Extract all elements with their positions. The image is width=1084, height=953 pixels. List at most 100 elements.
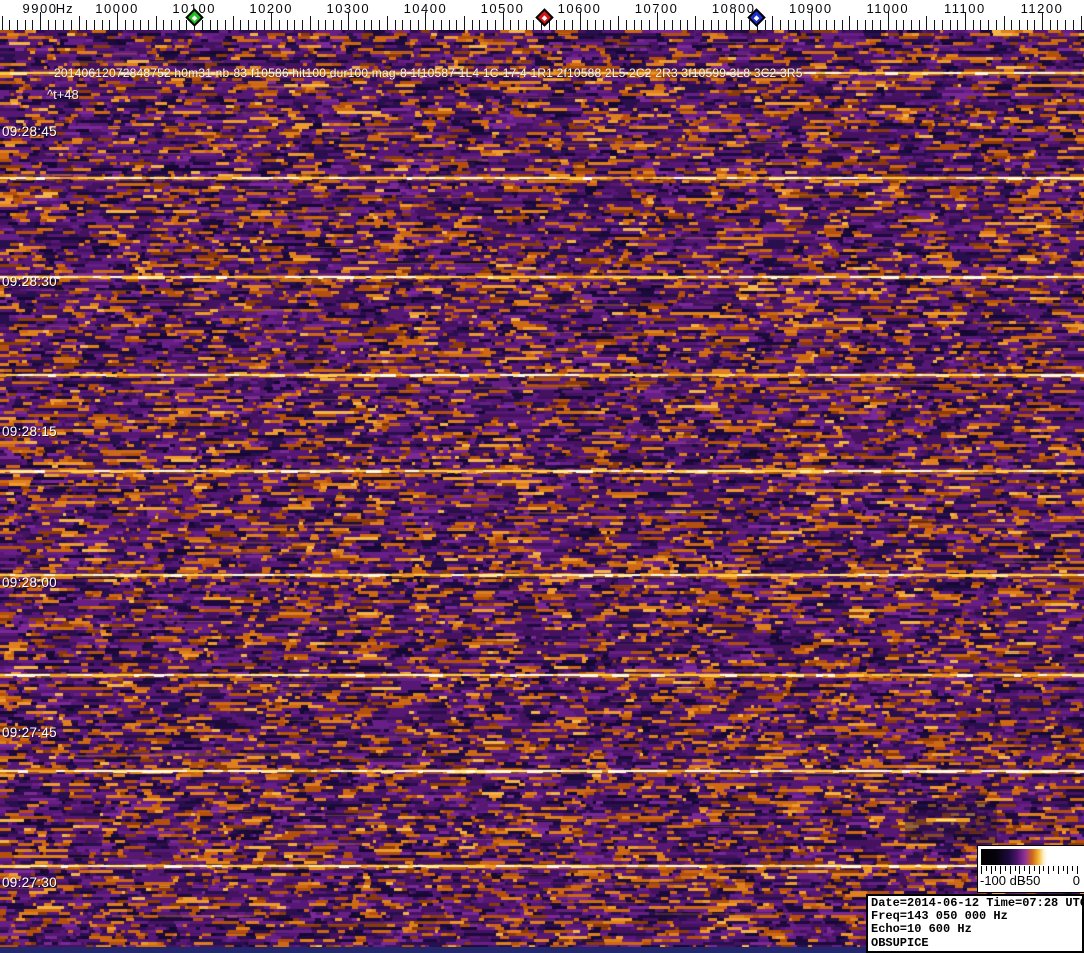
- freq-tick: [1011, 20, 1013, 30]
- freq-tick: [687, 20, 689, 30]
- freq-tick: [132, 20, 134, 30]
- freq-tick: [325, 20, 327, 30]
- freq-tick: [679, 20, 681, 30]
- freq-tick: [24, 20, 26, 30]
- freq-tick: [1065, 20, 1067, 30]
- marker-core-dot: [542, 14, 548, 20]
- colorbar-tick: [1077, 866, 1078, 874]
- spectrogram-canvas: [0, 30, 1084, 953]
- freq-tick: [248, 20, 250, 30]
- freq-tick: [833, 20, 835, 30]
- freq-tick: [356, 20, 357, 30]
- freq-tick-label: 11100: [944, 1, 986, 16]
- freq-tick: [672, 20, 673, 30]
- freq-tick: [463, 16, 465, 30]
- freq-tick: [448, 20, 450, 30]
- freq-tick: [926, 16, 928, 30]
- freq-tick: [240, 20, 242, 30]
- freq-tick: [587, 20, 589, 30]
- freq-tick: [510, 20, 512, 30]
- freq-tick: [795, 20, 797, 30]
- colorbar-tick: [1000, 866, 1002, 874]
- freq-tick: [340, 20, 342, 30]
- freq-tick-label: 11000: [866, 1, 910, 16]
- freq-tick: [410, 20, 411, 30]
- colorbar-label-min: -100 dB: [980, 873, 1026, 888]
- freq-tick: [440, 20, 442, 30]
- colorbar-tick: [1062, 866, 1064, 871]
- freq-tick: [1003, 16, 1005, 30]
- freq-tick: [1049, 20, 1051, 30]
- colorbar-label-max: 0: [1072, 873, 1080, 888]
- freq-tick: [487, 20, 488, 30]
- time-offset-annotation: ^t+48: [47, 87, 79, 102]
- freq-tick-label: 11200: [1020, 1, 1064, 16]
- colorbar-tick: [1057, 866, 1059, 874]
- freq-tick: [1080, 16, 1082, 30]
- freq-axis-unit-label: Hz: [55, 1, 74, 16]
- colorbar-tick: [1029, 866, 1030, 874]
- freq-tick: [772, 16, 774, 30]
- freq-tick: [417, 20, 419, 30]
- freq-tick: [741, 20, 743, 30]
- freq-tick: [78, 16, 80, 30]
- freq-tick: [286, 20, 288, 30]
- colorbar-tick: [981, 866, 982, 874]
- colorbar-gradient: [981, 849, 1080, 865]
- freq-tick-label: 10600: [557, 1, 602, 16]
- freq-tick: [941, 20, 943, 30]
- freq-tick: [710, 20, 712, 30]
- colorbar-tick: [1024, 866, 1026, 871]
- info-line-echo: Echo=10 600 Hz: [871, 922, 972, 937]
- freq-tick: [201, 20, 203, 30]
- freq-tick: [101, 20, 103, 30]
- freq-tick: [702, 20, 704, 30]
- freq-tick: [625, 20, 627, 30]
- freq-tick: [255, 20, 257, 30]
- freq-tick: [972, 20, 974, 30]
- freq-tick: [371, 20, 373, 30]
- info-line-station: OBSUPICE: [871, 935, 929, 950]
- time-label: 09:28:00: [2, 574, 57, 590]
- detection-annotation: 20140612072848752 h0m31 nb-83 f10586 hit…: [54, 66, 803, 80]
- freq-tick: [1018, 20, 1020, 30]
- freq-tick: [124, 20, 126, 30]
- freq-tick: [86, 20, 88, 30]
- freq-tick: [911, 20, 912, 30]
- freq-tick: [564, 20, 566, 30]
- freq-tick: [525, 20, 527, 30]
- freq-tick: [225, 20, 226, 30]
- time-label: 09:28:15: [2, 424, 57, 440]
- freq-tick: [186, 20, 188, 30]
- freq-tick: [764, 20, 766, 30]
- freq-tick: [695, 16, 697, 30]
- freq-tick: [618, 16, 620, 30]
- colorbar-tick: [1014, 866, 1016, 871]
- freq-tick: [209, 20, 211, 30]
- freq-tick-label: 10200: [249, 1, 294, 16]
- marker-core-dot: [191, 14, 198, 20]
- marker-red-diamond[interactable]: [535, 7, 555, 27]
- freq-tick: [32, 20, 34, 30]
- freq-tick-label: 10900: [788, 1, 833, 16]
- colorbar-tick: [1053, 866, 1054, 871]
- freq-tick: [16, 20, 18, 30]
- freq-tick-label: 10000: [95, 1, 139, 16]
- freq-tick: [749, 20, 751, 30]
- freq-tick: [494, 20, 496, 30]
- freq-tick: [664, 20, 666, 30]
- freq-tick: [641, 20, 643, 30]
- freq-tick: [872, 20, 874, 30]
- colorbar-tick: [1072, 866, 1074, 871]
- freq-tick: [818, 20, 820, 30]
- freq-tick: [1072, 20, 1074, 30]
- freq-tick: [386, 16, 388, 30]
- freq-tick: [55, 20, 57, 30]
- spectrogram-app-window: 9900100001010010200103001040010500106001…: [0, 0, 1084, 953]
- freq-tick: [94, 20, 95, 30]
- freq-tick: [9, 20, 11, 30]
- frequency-axis: 9900100001010010200103001040010500106001…: [0, 0, 1084, 30]
- freq-tick: [880, 20, 882, 30]
- freq-tick: [402, 20, 404, 30]
- freq-tick: [171, 20, 172, 30]
